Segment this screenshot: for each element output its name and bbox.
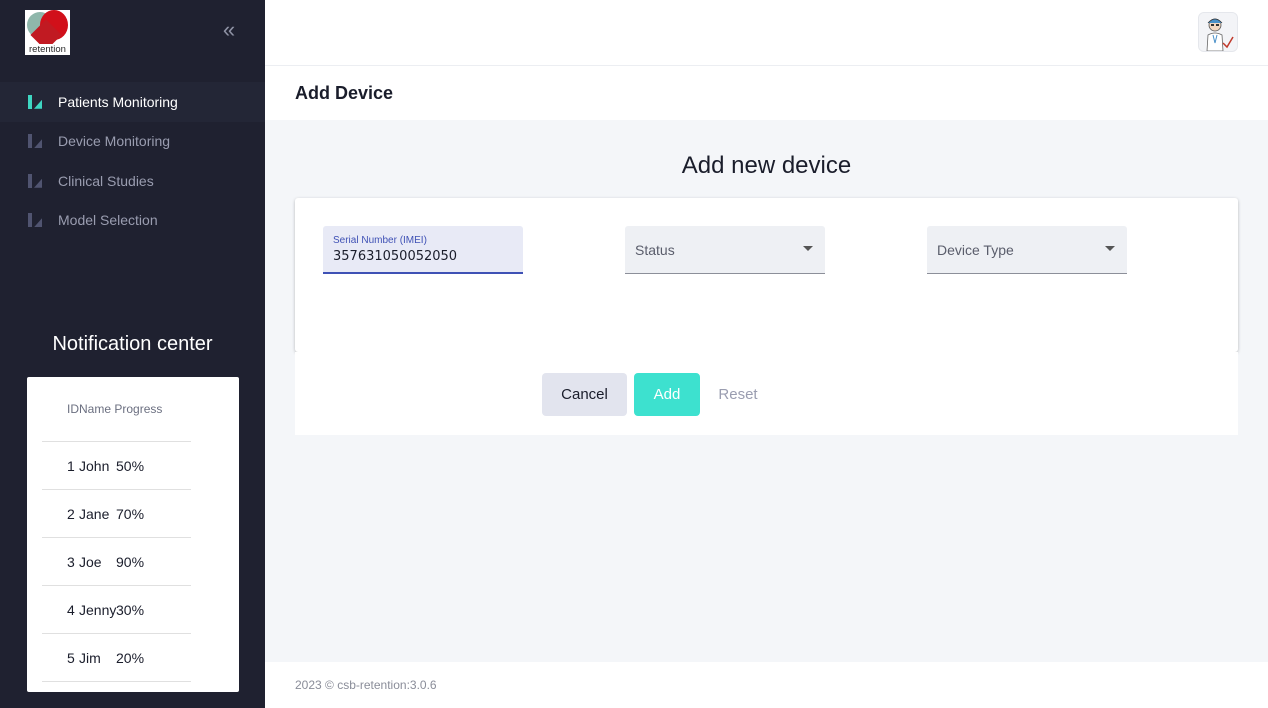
status-select[interactable]: Status: [625, 226, 825, 274]
chart-icon: [27, 212, 43, 228]
notification-table: ID Name Progress 1 John 50% 2 Jane 70% 3 Joe 90…: [42, 377, 191, 682]
doctor-avatar-icon[interactable]: [1198, 12, 1238, 52]
sidebar-item-label: Model Selection: [58, 212, 158, 229]
footer: 2023 © csb-retention:3.0.6: [265, 662, 1268, 708]
page-title: Add Device: [295, 83, 394, 103]
cell-progress: 90%: [116, 553, 145, 570]
notification-center-panel[interactable]: ID Name Progress 1 John 50% 2 Jane 70% 3 Joe 90…: [27, 377, 239, 692]
reset-button[interactable]: Reset: [707, 373, 769, 416]
cell-progress: 50%: [116, 457, 145, 474]
logo-text: retention: [25, 44, 70, 55]
sidebar: retention « Patients Monitoring Device M…: [0, 0, 265, 708]
cell-name: John: [79, 457, 110, 474]
cell-name: Joe: [79, 553, 102, 570]
serial-number-label: Serial Number (IMEI): [333, 235, 427, 246]
cell-progress: 70%: [116, 505, 145, 522]
cell-name: Jane: [79, 505, 110, 522]
cell-name: Jenny: [79, 601, 117, 618]
cell-name: Jim: [79, 649, 101, 666]
status-label: Status: [635, 242, 675, 258]
sidebar-item-clinical-studies[interactable]: Clinical Studies: [0, 161, 265, 201]
cancel-button[interactable]: Cancel: [542, 373, 627, 416]
header-id: ID: [67, 402, 79, 416]
cell-progress: 30%: [116, 601, 145, 618]
notification-table-header: ID Name Progress: [42, 377, 191, 442]
chart-icon: [27, 133, 43, 149]
sidebar-item-patients-monitoring[interactable]: Patients Monitoring: [0, 82, 265, 122]
header-name: Name: [79, 402, 112, 416]
logo-bar: retention «: [0, 0, 265, 66]
page-header: Add Device: [265, 66, 1268, 120]
sidebar-item-device-monitoring[interactable]: Device Monitoring: [0, 122, 265, 162]
app-logo[interactable]: retention: [25, 10, 70, 55]
cell-id: 3: [67, 553, 75, 570]
add-button[interactable]: Add: [634, 373, 700, 416]
sidebar-item-label: Clinical Studies: [58, 172, 154, 189]
table-row: 2 Jane 70%: [42, 490, 191, 538]
top-bar: [265, 0, 1268, 66]
sidebar-item-label: Device Monitoring: [58, 133, 171, 150]
sidebar-item-label: Patients Monitoring: [58, 93, 178, 110]
table-row: 1 John 50%: [42, 442, 191, 490]
sidebar-item-model-selection[interactable]: Model Selection: [0, 201, 265, 241]
table-row: 5 Jim 20%: [42, 634, 191, 682]
cell-id: 2: [67, 505, 75, 522]
table-row: 4 Jenny 30%: [42, 586, 191, 634]
cell-progress: 20%: [116, 649, 145, 666]
caret-down-icon: [803, 246, 813, 251]
cell-id: 1: [67, 457, 75, 474]
cell-id: 5: [67, 649, 75, 666]
add-device-form: Serial Number (IMEI) 357631050052050 Sta…: [295, 198, 1238, 352]
device-type-label: Device Type: [937, 242, 1014, 258]
chart-icon: [27, 94, 43, 110]
form-actions: Cancel Add Reset: [295, 352, 1238, 435]
serial-number-value: 357631050052050: [333, 249, 458, 264]
serial-number-input[interactable]: Serial Number (IMEI) 357631050052050: [323, 226, 523, 274]
footer-text: 2023 © csb-retention:3.0.6: [295, 678, 437, 692]
sidebar-nav: Patients Monitoring Device Monitoring Cl…: [0, 82, 265, 240]
device-type-select[interactable]: Device Type: [927, 226, 1127, 274]
double-chevron-left-icon[interactable]: «: [218, 19, 240, 42]
notification-center-title: Notification center: [52, 333, 213, 355]
table-row: 3 Joe 90%: [42, 538, 191, 586]
header-progress: Progress: [114, 402, 163, 416]
chart-icon: [27, 173, 43, 189]
cell-id: 4: [67, 601, 75, 618]
caret-down-icon: [1105, 246, 1115, 251]
form-title: Add new device: [681, 152, 852, 179]
